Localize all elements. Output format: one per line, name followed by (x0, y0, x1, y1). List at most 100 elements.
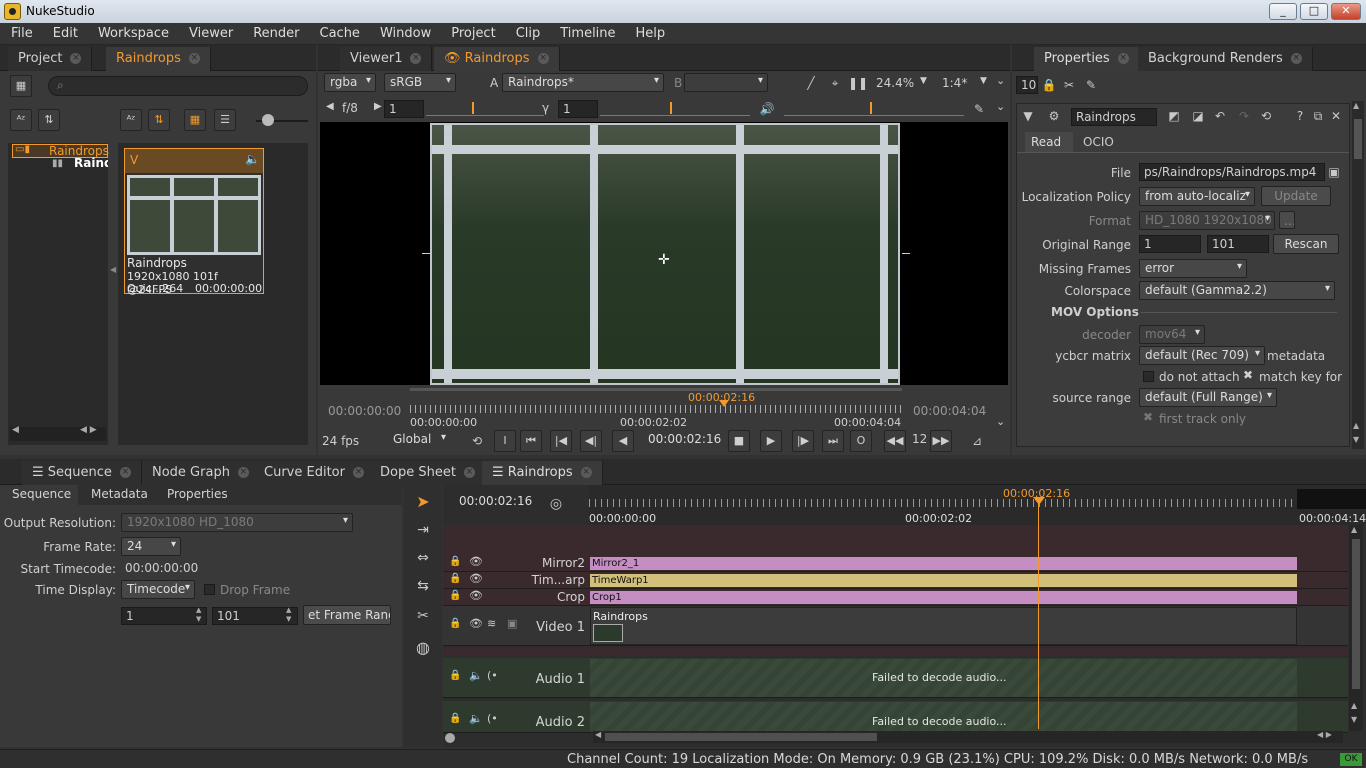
step-increment[interactable]: 12 (908, 431, 928, 449)
match-key-checkbox[interactable]: ✖ (1243, 368, 1253, 382)
pause-icon[interactable]: ❚❚ (848, 74, 868, 92)
close-icon[interactable]: × (119, 467, 131, 478)
zoom-value[interactable]: 24.4% (876, 76, 914, 90)
minimize-button[interactable]: _ (1269, 3, 1297, 20)
first-track-checkbox[interactable]: ✖ (1143, 410, 1153, 424)
b-input-dropdown[interactable] (684, 73, 768, 92)
eye-icon[interactable]: 👁 (469, 589, 483, 602)
current-timecode[interactable]: 00:00:02:16 (644, 431, 722, 449)
properties-scrollbar[interactable]: ▲ ▲ ▼ (1352, 101, 1364, 449)
multi-view-tool-icon[interactable]: ◍ (414, 639, 432, 657)
lock-icon[interactable]: 🔒 (449, 573, 461, 584)
lock-icon[interactable]: 🔒 (1040, 76, 1058, 94)
time-display-dropdown[interactable]: Timecode (121, 580, 195, 599)
channels-dropdown[interactable]: rgba (324, 73, 376, 92)
next-frame-button[interactable]: |▶ (792, 430, 814, 452)
gain-slider[interactable] (426, 102, 544, 116)
close-icon[interactable]: × (580, 467, 592, 478)
seq-tab-metadata[interactable]: Metadata (80, 485, 158, 505)
a-input-dropdown[interactable]: Raindrops* (502, 73, 664, 92)
menu-render[interactable]: Render (253, 23, 299, 44)
range-start-input[interactable]: 1 (1139, 235, 1201, 253)
track-select-tool-icon[interactable]: ⇥ (414, 521, 432, 539)
eyedropper-icon[interactable]: ✎ (970, 100, 988, 118)
tab-dope-sheet[interactable]: Dope Sheet × (370, 461, 486, 485)
update-button[interactable]: Update (1261, 186, 1331, 206)
clip-audio2[interactable]: Failed to decode audio... (590, 702, 1297, 732)
sort-order-icon-2[interactable]: ⇅ (148, 109, 170, 131)
eye-icon[interactable]: 👁 (469, 617, 483, 630)
sort-az-icon-2[interactable]: ᴬᶻ (120, 109, 142, 131)
timeline-playhead-marker[interactable] (1033, 497, 1045, 505)
close-icon[interactable]: × (352, 467, 364, 478)
in-stepper-icon[interactable]: ▲ ▼ (196, 606, 201, 624)
rescan-button[interactable]: Rescan (1273, 234, 1339, 254)
range-in-input[interactable]: 1 (121, 607, 207, 625)
timeline-ruler[interactable]: 00:00:00:00 00:00:02:02 00:00:04:14 00:0… (589, 485, 1366, 525)
format-more-button[interactable]: … (1279, 211, 1295, 229)
revert-icon[interactable]: ⟲ (1257, 107, 1275, 125)
track-audio2[interactable]: 🔒 🔈 (• Audio 2 Failed to decode audio... (443, 701, 1348, 733)
seq-tab-sequence[interactable]: Sequence (0, 485, 78, 505)
menu-cache[interactable]: Cache (320, 23, 360, 44)
lock-icon[interactable]: 🔒 (449, 618, 461, 629)
drop-frame-checkbox[interactable] (204, 584, 215, 595)
frame-rate-dropdown[interactable]: 24 (121, 537, 181, 556)
close-icon[interactable]: × (537, 53, 549, 64)
playback-settings-icon[interactable]: ⊿ (968, 432, 986, 450)
tab-sequence[interactable]: ☰ Sequence × (22, 461, 142, 485)
close-button[interactable]: ✕ (1331, 3, 1361, 20)
timeline-playhead[interactable] (1038, 499, 1039, 729)
menu-project[interactable]: Project (451, 23, 495, 44)
roi-icon[interactable]: ⌖ (826, 74, 844, 92)
bin-search-input[interactable]: ⌕ (48, 76, 308, 96)
out-point-button[interactable]: O (850, 430, 872, 452)
tree-hscroll[interactable]: ◀ ◀ ▶ (10, 425, 106, 441)
play-backward-button[interactable]: ◀ (612, 430, 634, 452)
close-icon[interactable]: × (1290, 53, 1302, 64)
lock-icon[interactable]: 🔒 (449, 556, 461, 567)
file-path-input[interactable]: ps/Raindrops/Raindrops.mp4 (1139, 163, 1325, 181)
sort-az-icon[interactable]: ᴬᶻ (10, 109, 32, 131)
localization-dropdown[interactable]: from auto-localiz (1139, 187, 1255, 206)
fstop-right-icon[interactable]: ▶ (374, 101, 382, 112)
fstop-left-icon[interactable]: ◀ (326, 101, 334, 112)
slip-tool-icon[interactable]: ⇔ (414, 549, 432, 567)
viewer-range-bar[interactable] (410, 388, 902, 391)
do-not-attach-checkbox[interactable] (1143, 371, 1154, 382)
max-panels-input[interactable]: 10 (1016, 76, 1038, 94)
viewer-scrubber[interactable] (410, 405, 902, 413)
gain-input[interactable]: 1 (384, 100, 424, 118)
eye-icon[interactable]: 👁 (469, 555, 483, 568)
proxy-ratio[interactable]: 1:4* (942, 76, 967, 90)
sort-order-icon[interactable]: ⇅ (38, 109, 60, 131)
audio-icon[interactable]: 🔊 (758, 100, 776, 118)
clip-crop[interactable]: Crop1 (590, 591, 1297, 604)
timeline-menu-icon[interactable]: ⌄ (996, 415, 1005, 428)
audio-wave-icon[interactable]: (• (487, 712, 498, 725)
set-frame-range-button[interactable]: et Frame Rang (303, 605, 391, 625)
close-icon[interactable]: × (70, 53, 82, 64)
volume-slider[interactable] (784, 102, 964, 116)
tab-ocio[interactable]: OCIO (1077, 132, 1127, 152)
seq-tab-properties[interactable]: Properties (158, 485, 236, 505)
gamma-slider-handle[interactable] (670, 102, 672, 114)
range-end-input[interactable]: 101 (1207, 235, 1269, 253)
track-crop[interactable]: 🔒 👁 Crop Crop1 (443, 589, 1348, 606)
audio-wave-icon[interactable]: (• (487, 669, 498, 682)
tab-timeline-raindrops[interactable]: ☰ Raindrops × (482, 461, 603, 485)
eye-icon[interactable]: 👁 (469, 572, 483, 585)
source-range-dropdown[interactable]: default (Full Range) (1139, 388, 1277, 407)
close-icon[interactable]: × (188, 53, 200, 64)
razor-tool-icon[interactable]: ✂ (414, 607, 432, 625)
go-start-button[interactable]: ⏮ (520, 430, 542, 452)
tab-node-graph[interactable]: Node Graph × (142, 461, 260, 485)
output-res-dropdown[interactable]: 1920x1080 HD_1080 (121, 513, 353, 532)
mask-icon[interactable]: ▣ (507, 617, 517, 630)
folder-icon[interactable]: ▣ (1325, 163, 1343, 181)
thumbnail-view-icon[interactable]: ▦ (184, 109, 206, 131)
menu-timeline[interactable]: Timeline (560, 23, 615, 44)
track-timewarp[interactable]: 🔒 👁 Tim...arp TimeWarp1 (443, 572, 1348, 589)
float-icon[interactable]: ✂ (1060, 76, 1078, 94)
tab-curve-editor[interactable]: Curve Editor × (254, 461, 375, 485)
